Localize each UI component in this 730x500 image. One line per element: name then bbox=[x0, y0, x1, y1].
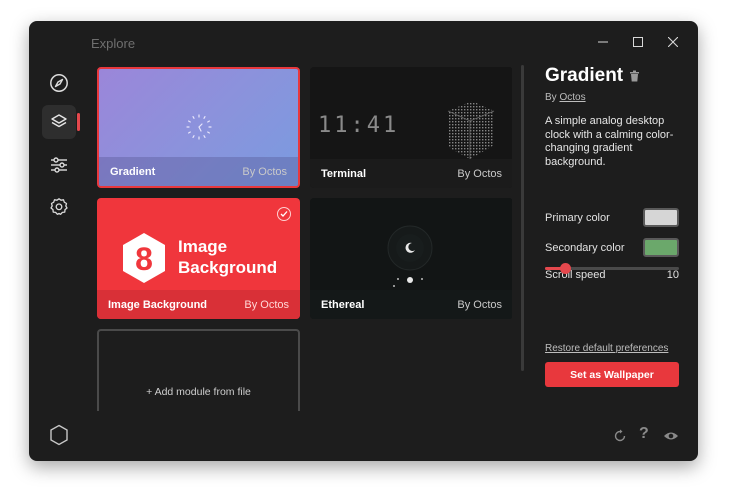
terminal-clock-preview: 11:41 bbox=[318, 113, 400, 138]
details-author-line: By Octos bbox=[545, 92, 681, 103]
module-name: Ethereal bbox=[321, 298, 365, 311]
trash-icon[interactable] bbox=[629, 70, 640, 82]
details-description: A simple analog desktop clock with a cal… bbox=[545, 115, 674, 168]
nav-item-adjustments[interactable] bbox=[42, 148, 76, 182]
scroll-speed-label: Scroll speed bbox=[545, 269, 606, 281]
module-card-image-background[interactable]: 8 Image Background Image Background By O… bbox=[97, 198, 300, 319]
module-name: Gradient bbox=[110, 165, 156, 178]
hexagon-icon[interactable] bbox=[49, 424, 69, 446]
module-grid: Gradient By Octos 11:41 Terminal By Octo… bbox=[97, 67, 512, 411]
module-author: By Octos bbox=[457, 167, 502, 180]
sliders-icon bbox=[51, 157, 67, 173]
layers-icon bbox=[51, 114, 67, 128]
restore-defaults-link[interactable]: Restore default preferences bbox=[545, 343, 668, 354]
title-bar: Explore bbox=[29, 21, 698, 63]
nav-item-settings[interactable] bbox=[42, 190, 76, 224]
by-prefix: By bbox=[545, 92, 557, 103]
hexagon-logo: 8 bbox=[123, 233, 165, 283]
eye-icon[interactable] bbox=[663, 430, 679, 442]
maximize-icon bbox=[633, 37, 643, 47]
grid-scrollbar[interactable] bbox=[521, 65, 524, 371]
refresh-icon[interactable] bbox=[613, 429, 627, 443]
details-title-row: Gradient bbox=[545, 65, 681, 87]
close-icon bbox=[668, 37, 678, 47]
scroll-speed-value: 10 bbox=[666, 269, 679, 281]
nav-item-modules[interactable] bbox=[42, 105, 80, 139]
primary-color-label: Primary color bbox=[545, 211, 610, 224]
module-author: By Octos bbox=[244, 298, 289, 311]
active-indicator bbox=[77, 113, 80, 131]
ethereal-preview bbox=[387, 225, 433, 287]
card-footer: Gradient By Octos bbox=[99, 157, 298, 186]
module-name: Image Background bbox=[108, 298, 208, 311]
module-author: By Octos bbox=[242, 165, 287, 178]
primary-color-row: Primary color bbox=[545, 208, 679, 227]
bottom-bar: ? bbox=[29, 411, 698, 461]
scroll-speed-slider[interactable] bbox=[545, 263, 679, 274]
module-card-terminal[interactable]: 11:41 Terminal By Octos bbox=[310, 67, 512, 188]
checkmark-icon bbox=[277, 207, 291, 221]
set-as-wallpaper-button[interactable]: Set as Wallpaper bbox=[545, 362, 679, 387]
module-author: By Octos bbox=[457, 298, 502, 311]
analog-clock-preview bbox=[186, 114, 212, 140]
logo-text-line2: Background bbox=[178, 258, 278, 277]
slider-thumb[interactable] bbox=[559, 263, 571, 274]
scroll-speed-row: Scroll speed 10 bbox=[545, 248, 679, 281]
image-background-logo-text: Image Background bbox=[178, 236, 277, 278]
help-icon[interactable]: ? bbox=[639, 425, 649, 443]
logo-text-line1: Image bbox=[178, 237, 228, 256]
module-name: Terminal bbox=[321, 167, 367, 180]
app-window: Explore Gradient By Octos 11:41 Terminal… bbox=[29, 21, 698, 461]
compass-icon bbox=[50, 74, 68, 92]
window-title: Explore bbox=[91, 36, 136, 51]
minimize-icon bbox=[598, 41, 608, 43]
svg-text:8: 8 bbox=[135, 241, 153, 277]
gear-icon bbox=[50, 198, 68, 215]
module-card-ethereal[interactable]: Ethereal By Octos bbox=[310, 198, 512, 319]
nav-item-explore[interactable] bbox=[42, 66, 76, 100]
card-footer: Image Background By Octos bbox=[97, 290, 300, 319]
card-footer: Ethereal By Octos bbox=[310, 290, 512, 319]
minimize-button[interactable] bbox=[589, 29, 617, 55]
add-module-label: + Add module from file bbox=[146, 386, 251, 398]
author-link[interactable]: Octos bbox=[559, 92, 585, 103]
module-card-gradient[interactable]: Gradient By Octos bbox=[97, 67, 300, 188]
details-panel: Gradient By Octos A simple analog deskto… bbox=[545, 65, 681, 281]
sidebar-nav bbox=[29, 63, 89, 461]
primary-color-swatch[interactable] bbox=[643, 208, 679, 227]
wireframe-cube-preview bbox=[447, 101, 495, 159]
add-module-button[interactable]: + Add module from file bbox=[97, 329, 300, 411]
close-button[interactable] bbox=[659, 29, 687, 55]
details-title: Gradient bbox=[545, 65, 624, 86]
maximize-button[interactable] bbox=[624, 29, 652, 55]
card-footer: Terminal By Octos bbox=[310, 159, 512, 188]
